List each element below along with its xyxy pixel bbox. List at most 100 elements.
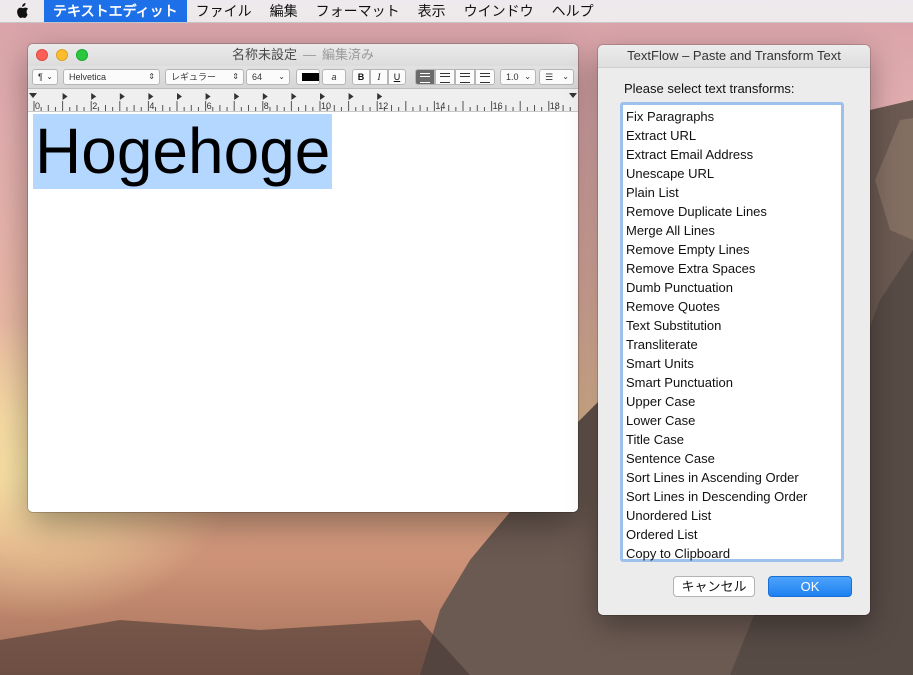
menu-bar: テキストエディット ファイル 編集 フォーマット 表示 ウインドウ ヘルプ [0,0,913,23]
list-item[interactable]: Remove Quotes [626,297,841,316]
right-margin-marker-icon[interactable] [569,93,577,98]
list-item[interactable]: Upper Case [626,392,841,411]
window-title: 名称未設定 — 編集済み [28,44,578,66]
ruler-ticks: 0 2 4 6 8 10 12 14 16 18 [29,93,577,111]
menu-app-name[interactable]: テキストエディット [44,0,187,22]
updown-arrows-icon: ⇕ [232,72,239,81]
list-item[interactable]: Unescape URL [626,164,841,183]
edited-status: 編集済み [322,47,375,62]
tab-stop-icon[interactable] [320,93,325,100]
textedit-titlebar[interactable]: 名称未設定 — 編集済み [28,44,578,66]
list-bullets-icon: ☰ [545,72,554,82]
list-item[interactable]: Unordered List [626,506,841,525]
selected-text[interactable]: Hogehoge [33,114,333,189]
menu-view[interactable]: 表示 [409,0,455,22]
tab-stop-icon[interactable] [148,93,154,100]
textedit-window: 名称未設定 — 編集済み ¶ ⌄ Helvetica ⇕ レギュラー ⇕ 64 ⌄ a B … [28,44,578,512]
updown-arrows-icon: ⇕ [148,72,155,81]
cancel-button[interactable]: キャンセル [673,576,755,597]
list-item[interactable]: Copy to Clipboard [626,544,841,563]
ruler-label: 14 [435,101,445,111]
list-item[interactable]: Sentence Case [626,449,841,468]
tab-stop-icon[interactable] [177,93,182,100]
list-style-popup[interactable]: ☰ ⌄ [539,69,574,85]
align-right-button[interactable] [455,69,475,85]
list-item[interactable]: Transliterate [626,335,841,354]
list-item[interactable]: Fix Paragraphs [626,107,841,126]
list-item[interactable]: Remove Empty Lines [626,240,841,259]
list-item[interactable]: Merge All Lines [626,221,841,240]
align-right-icon [460,73,470,83]
tab-stop-icon[interactable] [119,93,125,100]
list-item[interactable]: Plain List [626,183,841,202]
italic-button[interactable]: I [370,69,388,85]
chevron-down-icon: ⌄ [524,72,531,81]
paragraph-style-popup[interactable]: ¶ ⌄ [32,69,58,85]
list-item[interactable]: Extract Email Address [626,145,841,164]
tab-stop-icon[interactable] [262,93,268,100]
menu-help[interactable]: ヘルプ [543,0,603,22]
menu-format[interactable]: フォーマット [307,0,409,22]
line-spacing-popup[interactable]: 1.0 ⌄ [500,69,536,85]
list-item[interactable]: Title Case [626,430,841,449]
list-item[interactable]: Dumb Punctuation [626,278,841,297]
tab-stop-icon[interactable] [348,93,354,100]
chevron-down-icon: ⌄ [278,72,285,81]
list-item[interactable]: Smart Units [626,354,841,373]
font-family-popup[interactable]: Helvetica ⇕ [63,69,160,85]
ruler-label: 4 [149,101,154,111]
transforms-list[interactable]: Fix Paragraphs Extract URL Extract Email A… [620,102,844,562]
ruler-label: 18 [550,101,560,111]
tab-stop-icon[interactable] [291,93,297,100]
tab-stop-icon[interactable] [234,93,240,100]
menu-file[interactable]: ファイル [187,0,261,22]
ruler[interactable]: 0 2 4 6 8 10 12 14 16 18 [28,89,578,112]
list-item[interactable]: Extract URL [626,126,841,145]
menu-edit[interactable]: 編集 [261,0,307,22]
textflow-dialog: TextFlow – Paste and Transform Text Plea… [598,45,870,615]
bold-button[interactable]: B [352,69,370,85]
align-center-icon [440,73,450,83]
font-style-popup[interactable]: レギュラー ⇕ [165,69,244,85]
justify-icon [480,73,490,83]
ruler-label: 2 [92,101,97,111]
font-style-value: レギュラー [171,72,217,82]
font-size-combo[interactable]: 64 ⌄ [246,69,290,85]
align-left-button[interactable] [415,69,435,85]
format-toolbar: ¶ ⌄ Helvetica ⇕ レギュラー ⇕ 64 ⌄ a B I U 1.0 ⌄ ☰ ⌄ [28,66,578,89]
list-item[interactable]: Smart Punctuation [626,373,841,392]
title-separator: — [303,47,316,62]
ruler-label: 0 [35,101,40,111]
list-item[interactable]: Remove Extra Spaces [626,259,841,278]
highlight-color-well[interactable]: a [322,69,346,85]
tab-stop-icon[interactable] [377,93,383,100]
tab-stop-icon[interactable] [62,93,68,100]
align-left-icon [420,73,430,83]
font-family-value: Helvetica [69,72,107,82]
list-item[interactable]: Lower Case [626,411,841,430]
tab-stop-icon[interactable] [91,93,97,100]
ok-button[interactable]: OK [768,576,852,597]
list-item[interactable]: Sort Lines in Ascending Order [626,468,841,487]
list-item[interactable]: Remove Duplicate Lines [626,202,841,221]
dialog-title[interactable]: TextFlow – Paste and Transform Text [598,45,870,68]
ruler-label: 8 [264,101,269,111]
list-item[interactable]: Sort Lines in Descending Order [626,487,841,506]
justify-button[interactable] [475,69,495,85]
align-center-button[interactable] [435,69,455,85]
document-name: 名称未設定 [231,47,297,62]
line-spacing-value: 1.0 [506,72,519,82]
list-item[interactable]: Ordered List [626,525,841,544]
text-color-well[interactable] [296,69,320,85]
document-area[interactable]: Hogehoge [28,112,578,512]
underline-button[interactable]: U [388,69,406,85]
apple-menu-icon[interactable] [0,0,44,22]
color-swatch [302,73,319,81]
chevron-down-icon: ⌄ [46,72,53,81]
left-margin-marker-icon[interactable] [29,93,37,98]
menu-window[interactable]: ウインドウ [455,0,543,22]
highlight-a-icon: a [331,72,337,82]
chevron-down-icon: ⌄ [562,72,569,81]
tab-stop-icon[interactable] [205,93,211,100]
list-item[interactable]: Text Substitution [626,316,841,335]
